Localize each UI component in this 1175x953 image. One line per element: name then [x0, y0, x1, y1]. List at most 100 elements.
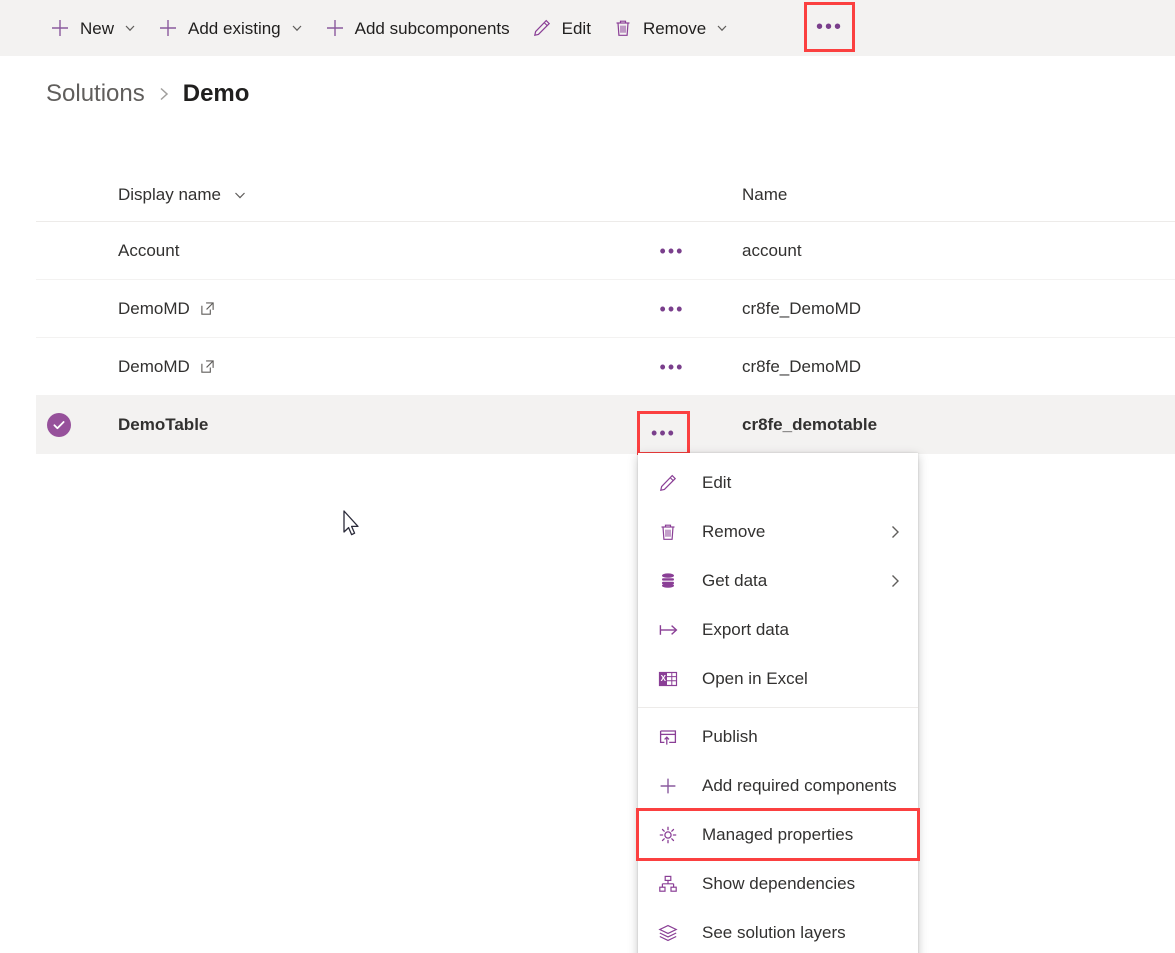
row-display-name: DemoTable	[118, 414, 209, 434]
breadcrumb: Solutions Demo	[46, 80, 249, 108]
command-edit-label: Edit	[561, 18, 591, 38]
command-add-subcomponents-label: Add subcomponents	[354, 18, 510, 38]
plus-icon	[50, 18, 70, 38]
row-name-cell: account	[712, 241, 1175, 261]
ellipsis-icon[interactable]: •••	[660, 300, 685, 318]
breadcrumb-current: Demo	[182, 80, 250, 107]
menu-item-edit[interactable]: Edit	[638, 458, 918, 507]
command-remove-label: Remove	[642, 18, 707, 38]
menu-item-add-required-components-label: Add required components	[702, 775, 897, 795]
command-overflow-button[interactable]: •••	[804, 2, 855, 52]
command-add-existing-label: Add existing	[188, 18, 281, 38]
chevron-down-icon	[124, 22, 136, 34]
mouse-cursor	[343, 510, 363, 540]
row-name: account	[742, 240, 802, 260]
menu-item-open-in-excel-label: Open in Excel	[702, 668, 808, 688]
row-actions-cell[interactable]: •••	[632, 242, 712, 260]
menu-item-show-dependencies[interactable]: Show dependencies	[638, 859, 918, 908]
grid-header-display-name[interactable]: Display name	[82, 185, 632, 205]
row-display-name-cell: DemoMD	[82, 299, 632, 319]
command-edit[interactable]: Edit	[522, 8, 601, 48]
row-actions-cell[interactable]: •••	[632, 358, 712, 376]
row-display-name: DemoMD	[118, 356, 190, 376]
command-new-label: New	[80, 18, 115, 38]
plus-icon	[658, 776, 684, 796]
chevron-right-icon	[888, 523, 902, 541]
plus-icon	[325, 18, 345, 38]
menu-item-show-dependencies-label: Show dependencies	[702, 873, 856, 893]
command-new[interactable]: New	[40, 8, 146, 48]
layers-icon	[658, 923, 684, 943]
trash-icon	[613, 18, 633, 38]
trash-icon	[658, 522, 684, 542]
menu-item-remove[interactable]: Remove	[638, 507, 918, 556]
row-name: cr8fe_demotable	[742, 414, 878, 434]
ellipsis-icon[interactable]: •••	[660, 358, 685, 376]
table-row[interactable]: DemoMD ••• cr8fe_DemoMD	[36, 280, 1175, 338]
breadcrumb-solutions-link[interactable]: Solutions	[46, 80, 145, 108]
menu-item-see-solution-layers-label: See solution layers	[702, 922, 846, 942]
row-name: cr8fe_DemoMD	[742, 356, 862, 376]
menu-item-publish-label: Publish	[702, 726, 758, 746]
app-root: New Add existing Add subcomponents Edit …	[0, 0, 1175, 953]
menu-divider	[638, 707, 918, 708]
chevron-right-icon	[157, 85, 171, 103]
menu-item-edit-label: Edit	[702, 472, 732, 492]
menu-item-open-in-excel[interactable]: X Open in Excel	[638, 654, 918, 703]
command-add-existing[interactable]: Add existing	[148, 8, 313, 48]
svg-text:X: X	[661, 674, 667, 683]
table-row[interactable]: Account ••• account	[36, 222, 1175, 280]
menu-item-export-data-label: Export data	[702, 619, 789, 639]
external-link-icon[interactable]	[200, 301, 215, 316]
menu-item-add-required-components[interactable]: Add required components	[638, 761, 918, 810]
command-add-subcomponents[interactable]: Add subcomponents	[315, 8, 520, 48]
row-name: cr8fe_DemoMD	[742, 298, 862, 318]
row-actions-cell[interactable]: •••	[632, 300, 712, 318]
row-name-cell: cr8fe_DemoMD	[712, 357, 1175, 377]
row-select-cell[interactable]	[36, 412, 82, 437]
menu-item-get-data[interactable]: Get data	[638, 556, 918, 605]
components-grid: Display name Name Account ••• account De…	[36, 168, 1175, 454]
hierarchy-icon	[658, 874, 684, 894]
row-name-cell: cr8fe_demotable	[712, 415, 1175, 435]
publish-icon	[658, 727, 684, 747]
row-display-name-cell: Account	[82, 241, 632, 261]
pencil-icon	[658, 473, 684, 493]
table-row-selected[interactable]: DemoTable cr8fe_demotable	[36, 396, 1175, 454]
gear-icon	[658, 825, 684, 845]
plus-icon	[158, 18, 178, 38]
excel-icon: X	[658, 669, 684, 689]
menu-item-export-data[interactable]: Export data	[638, 605, 918, 654]
grid-header-name-label: Name	[742, 184, 788, 204]
row-display-name-cell: DemoTable	[82, 415, 632, 435]
chevron-down-icon	[291, 22, 303, 34]
row-display-name-cell: DemoMD	[82, 357, 632, 377]
grid-header-display-name-label: Display name	[118, 184, 221, 204]
pencil-icon	[532, 18, 552, 38]
ellipsis-icon: •••	[815, 16, 843, 38]
menu-item-publish[interactable]: Publish	[638, 712, 918, 761]
database-icon	[658, 571, 684, 591]
external-link-icon[interactable]	[200, 359, 215, 374]
grid-header-name[interactable]: Name	[712, 185, 1175, 205]
menu-item-see-solution-layers[interactable]: See solution layers	[638, 908, 918, 953]
chevron-right-icon	[888, 572, 902, 590]
menu-item-managed-properties[interactable]: Managed properties	[636, 808, 920, 861]
chevron-down-icon	[716, 22, 728, 34]
ellipsis-icon[interactable]: •••	[651, 424, 676, 442]
menu-item-remove-label: Remove	[702, 521, 766, 541]
row-display-name: DemoMD	[118, 298, 190, 318]
grid-header-row: Display name Name	[36, 168, 1175, 222]
row-name-cell: cr8fe_DemoMD	[712, 299, 1175, 319]
command-bar: New Add existing Add subcomponents Edit …	[0, 0, 1175, 56]
export-arrow-icon	[658, 620, 684, 640]
menu-item-get-data-label: Get data	[702, 570, 768, 590]
ellipsis-icon[interactable]: •••	[660, 242, 685, 260]
table-row[interactable]: DemoMD ••• cr8fe_DemoMD	[36, 338, 1175, 396]
command-remove[interactable]: Remove	[603, 8, 738, 48]
row-actions-button-highlighted[interactable]: •••	[637, 411, 690, 455]
menu-item-managed-properties-label: Managed properties	[702, 824, 854, 844]
row-display-name: Account	[118, 240, 180, 260]
row-context-menu: Edit Remove Get data Export data X Open …	[636, 453, 920, 953]
checkmark-icon[interactable]	[47, 412, 71, 437]
